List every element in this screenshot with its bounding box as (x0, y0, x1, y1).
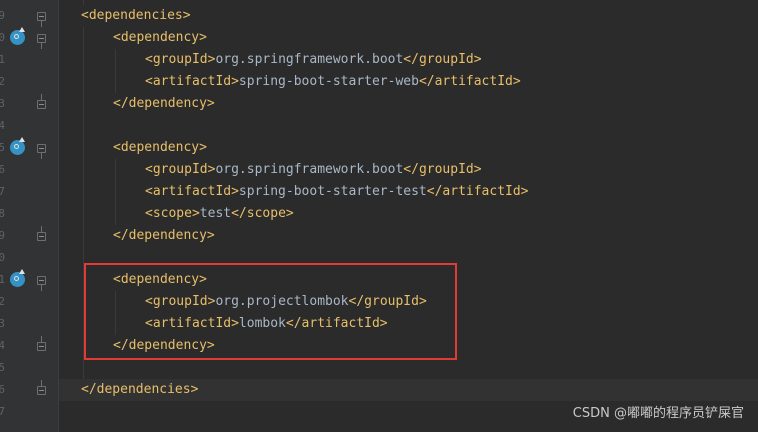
xml-tag: <artifactId> (145, 74, 239, 89)
line-number: 5 (0, 361, 5, 374)
xml-text: test (199, 206, 232, 221)
xml-tag: </dependency> (113, 228, 215, 243)
xml-tag: <dependencies> (81, 8, 191, 23)
annotation-highlight-box (84, 263, 457, 360)
code-line[interactable]: <dependency> (113, 137, 207, 159)
line-number: 0 (0, 251, 5, 264)
code-line[interactable]: <groupId>org.springframework.boot</group… (145, 159, 482, 181)
xml-tag: <groupId> (145, 52, 216, 67)
line-number: 8 (0, 207, 5, 220)
code-line[interactable]: </dependency> (113, 93, 215, 115)
line-number: 3 (0, 97, 5, 110)
gutter-separator (58, 0, 59, 432)
line-number: 5 (0, 141, 5, 154)
xml-tag: <scope> (145, 206, 200, 221)
fold-marker-icon[interactable] (37, 144, 46, 159)
indent-guide (115, 49, 116, 93)
code-line[interactable]: </dependency> (113, 225, 215, 247)
xml-tag: <dependency> (113, 140, 207, 155)
fold-marker-icon[interactable] (37, 380, 46, 395)
code-line[interactable]: <dependencies> (81, 5, 191, 27)
xml-tag: </dependency> (113, 96, 215, 111)
xml-tag: </groupId> (403, 162, 482, 177)
line-number: 6 (0, 383, 5, 396)
line-number: 4 (0, 119, 5, 132)
xml-tag: </artifactId> (418, 74, 521, 89)
xml-tag: <dependency> (113, 30, 207, 45)
line-number: 2 (0, 75, 5, 88)
line-number: 2 (0, 295, 5, 308)
xml-tag: </artifactId> (426, 184, 529, 199)
code-line[interactable]: <dependency> (113, 27, 207, 49)
line-number: 6 (0, 163, 5, 176)
fold-marker-icon[interactable] (37, 94, 46, 109)
code-line[interactable]: <groupId>org.springframework.boot</group… (145, 49, 482, 71)
fold-marker-icon[interactable] (37, 276, 46, 291)
indent-guide (115, 159, 116, 225)
maven-dependency-update-icon[interactable] (10, 27, 25, 45)
line-number: 0 (0, 31, 5, 44)
line-number: 1 (0, 273, 5, 286)
xml-tag: <artifactId> (145, 184, 239, 199)
code-line[interactable]: <scope>test</scope> (145, 203, 294, 225)
xml-text: spring-boot-starter-test (238, 184, 427, 199)
line-number: 7 (0, 405, 5, 418)
xml-tag: </groupId> (403, 52, 482, 67)
fold-marker-icon[interactable] (37, 226, 46, 241)
xml-tag: </dependencies> (81, 382, 199, 397)
maven-dependency-update-icon[interactable] (10, 137, 25, 155)
fold-marker-icon[interactable] (37, 12, 46, 27)
xml-tag: </scope> (231, 206, 294, 221)
maven-dependency-update-icon[interactable] (10, 269, 25, 287)
fold-marker-icon[interactable] (37, 34, 46, 49)
xml-tag: <groupId> (145, 162, 216, 177)
line-number: 1 (0, 53, 5, 66)
editor-gutter (0, 0, 58, 432)
fold-marker-icon[interactable] (37, 336, 46, 351)
xml-text: spring-boot-starter-web (238, 74, 419, 89)
line-number: 3 (0, 317, 5, 330)
line-number: 7 (0, 185, 5, 198)
xml-text: org.springframework.boot (215, 162, 404, 177)
line-number: 9 (0, 229, 5, 242)
code-line[interactable]: </dependencies> (81, 379, 198, 401)
xml-text: org.springframework.boot (215, 52, 404, 67)
line-number: 9 (0, 9, 5, 22)
code-line[interactable]: <artifactId>spring-boot-starter-test</ar… (145, 181, 529, 203)
code-line[interactable]: <artifactId>spring-boot-starter-web</art… (145, 71, 521, 93)
watermark: CSDN @嘟嘟的程序员铲屎官 (572, 406, 744, 421)
line-number: 4 (0, 339, 5, 352)
